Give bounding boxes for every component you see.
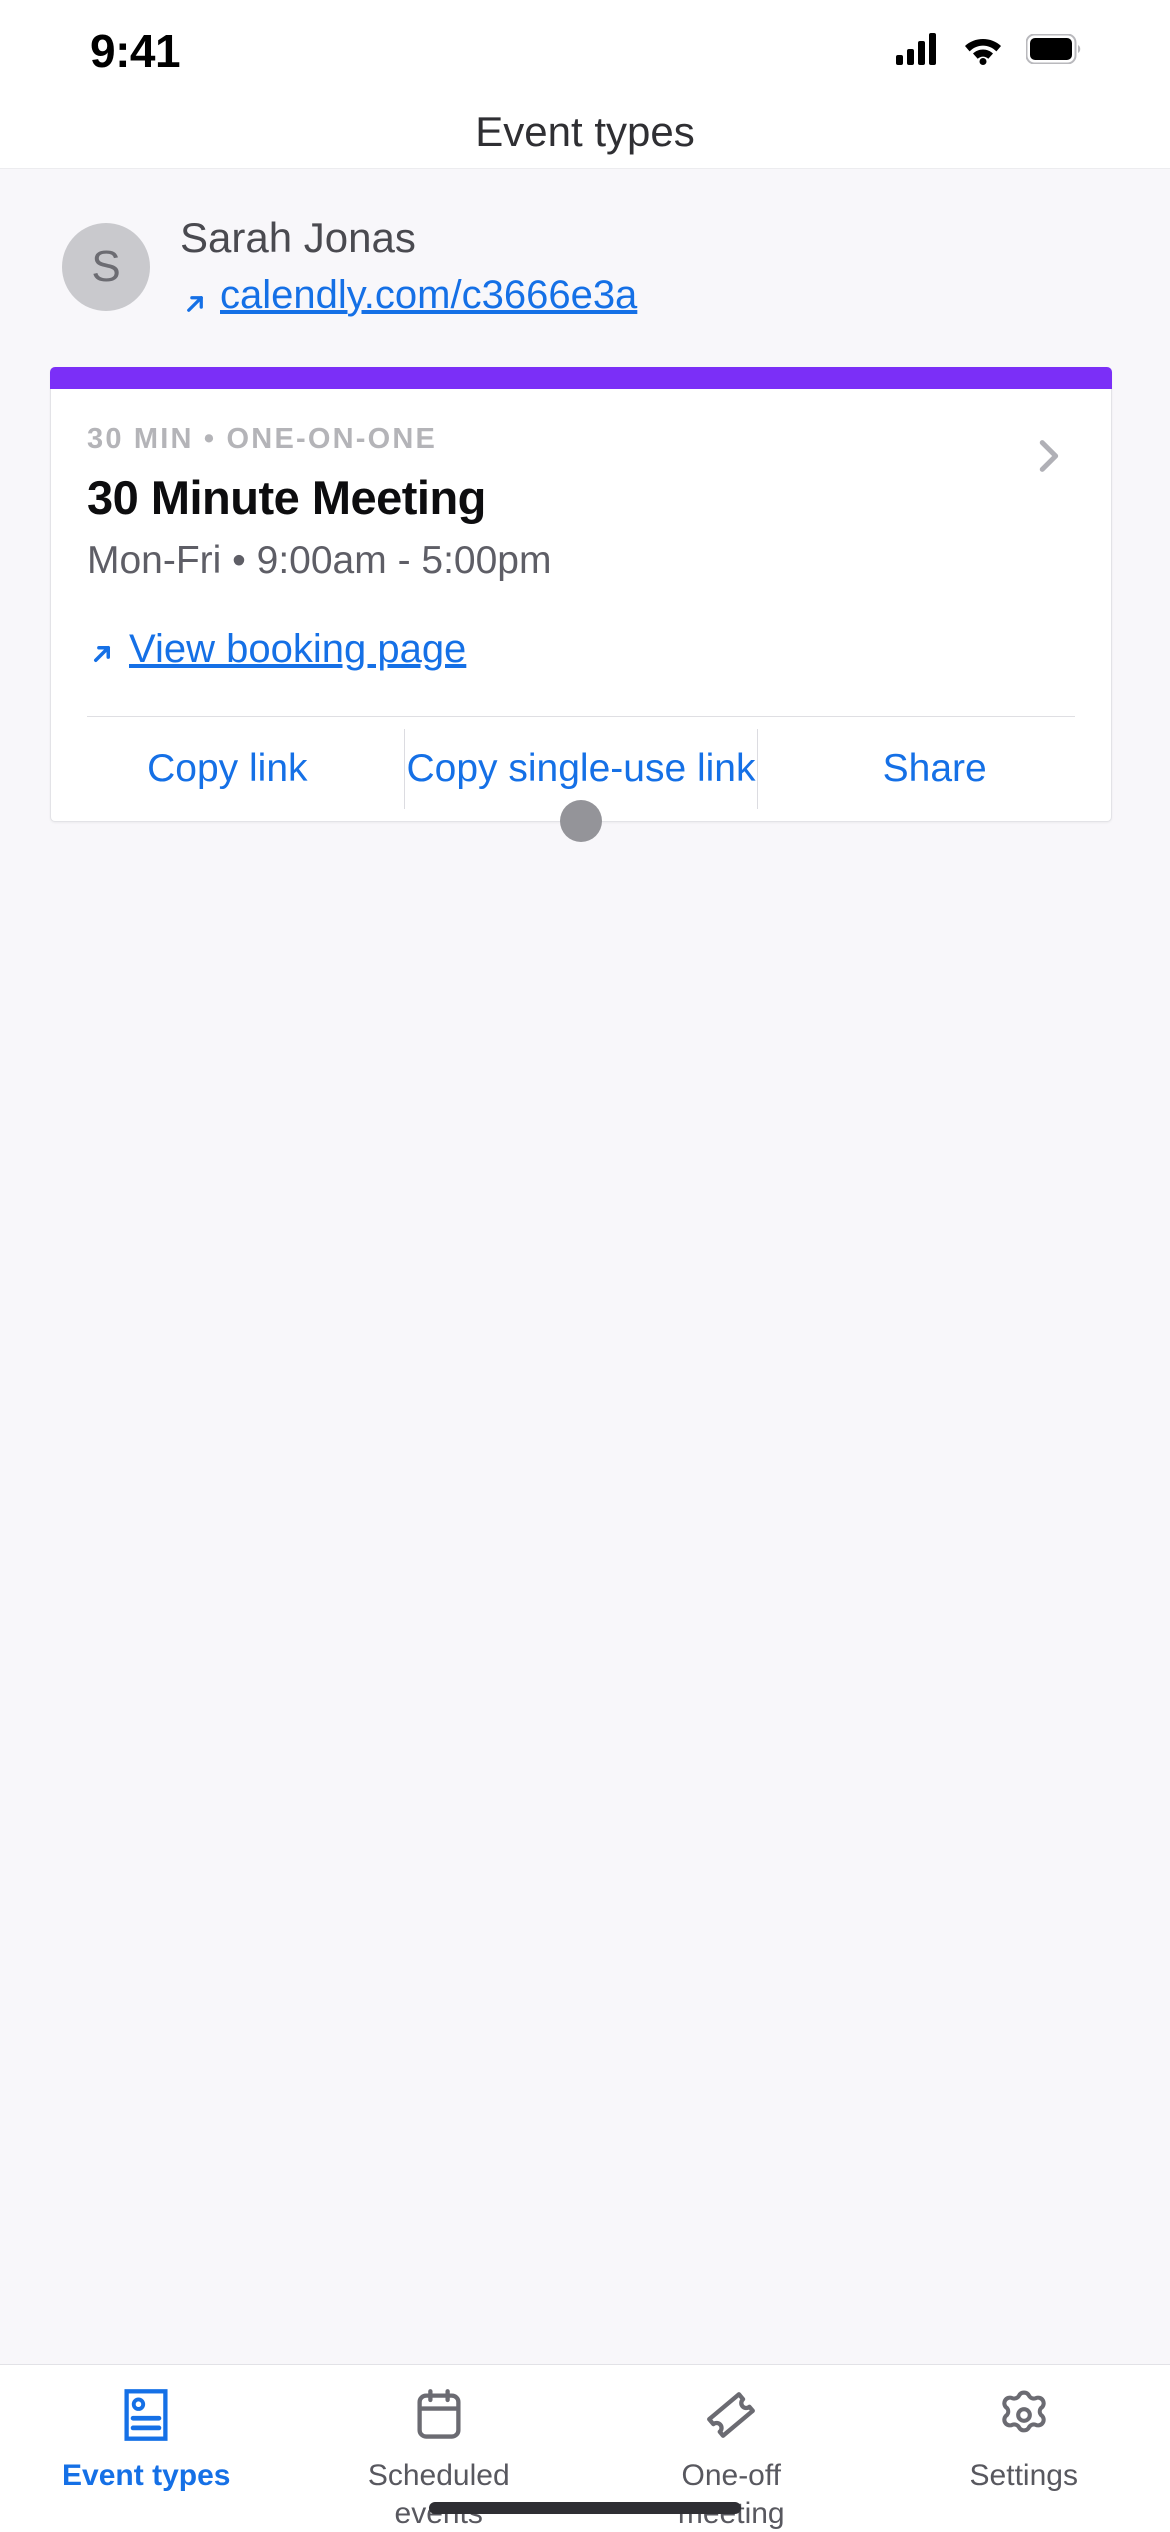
view-booking-page-label: View booking page xyxy=(129,626,467,671)
profile-link-text: calendly.com/c3666e3a xyxy=(220,272,638,317)
event-card-body: 30 MIN • ONE-ON-ONE 30 Minute Meeting Mo… xyxy=(51,389,1111,716)
view-booking-page-link[interactable]: View booking page xyxy=(87,583,1071,710)
bottom-tab-bar: Event types Scheduled events xyxy=(0,2364,1170,2532)
external-link-icon xyxy=(180,280,210,312)
tab-label: Event types xyxy=(62,2459,231,2492)
battery-icon xyxy=(1025,33,1082,69)
share-button[interactable]: Share xyxy=(758,717,1111,821)
status-time: 9:41 xyxy=(90,25,181,77)
tab-label: One-off meeting xyxy=(678,2459,785,2530)
event-title: 30 Minute Meeting xyxy=(87,470,486,524)
status-bar: 9:41 xyxy=(0,0,1170,96)
status-icons xyxy=(896,32,1082,70)
copy-link-button[interactable]: Copy link xyxy=(51,717,404,821)
gear-icon xyxy=(997,2385,1051,2445)
wifi-icon xyxy=(962,33,1004,70)
event-accent-stripe xyxy=(50,366,1112,389)
navigation-bar: Event types xyxy=(0,96,1170,168)
chevron-right-icon[interactable] xyxy=(1025,433,1071,479)
phone-screen: 9:41 Event types S Sarah Jonas calendly.… xyxy=(0,0,1170,2532)
profile-text: Sarah Jonas calendly.com/c3666e3a xyxy=(180,213,637,321)
main-content: S Sarah Jonas calendly.com/c3666e3a 30 M… xyxy=(0,168,1170,2364)
avatar: S xyxy=(62,222,150,311)
profile-name: Sarah Jonas xyxy=(180,214,416,261)
tab-label: Scheduled events xyxy=(367,2459,510,2530)
tab-settings[interactable]: Settings xyxy=(878,2365,1170,2495)
contact-card-icon xyxy=(119,2385,173,2445)
external-link-icon xyxy=(87,634,117,664)
page-title: Event types xyxy=(475,108,695,155)
profile-row: S Sarah Jonas calendly.com/c3666e3a xyxy=(0,169,1170,321)
tab-label: Settings xyxy=(969,2459,1078,2492)
event-type-card[interactable]: 30 MIN • ONE-ON-ONE 30 Minute Meeting Mo… xyxy=(50,366,1112,842)
tab-event-types[interactable]: Event types xyxy=(0,2365,293,2495)
ticket-icon xyxy=(703,2385,759,2445)
event-meta: 30 MIN • ONE-ON-ONE xyxy=(87,422,438,455)
drag-handle-dot[interactable] xyxy=(560,799,602,842)
profile-booking-url-link[interactable]: calendly.com/c3666e3a xyxy=(180,269,637,321)
event-schedule: Mon-Fri • 9:00am - 5:00pm xyxy=(87,538,552,582)
cellular-signal-icon xyxy=(896,32,940,70)
calendar-icon xyxy=(412,2385,466,2445)
home-indicator xyxy=(429,2502,741,2514)
